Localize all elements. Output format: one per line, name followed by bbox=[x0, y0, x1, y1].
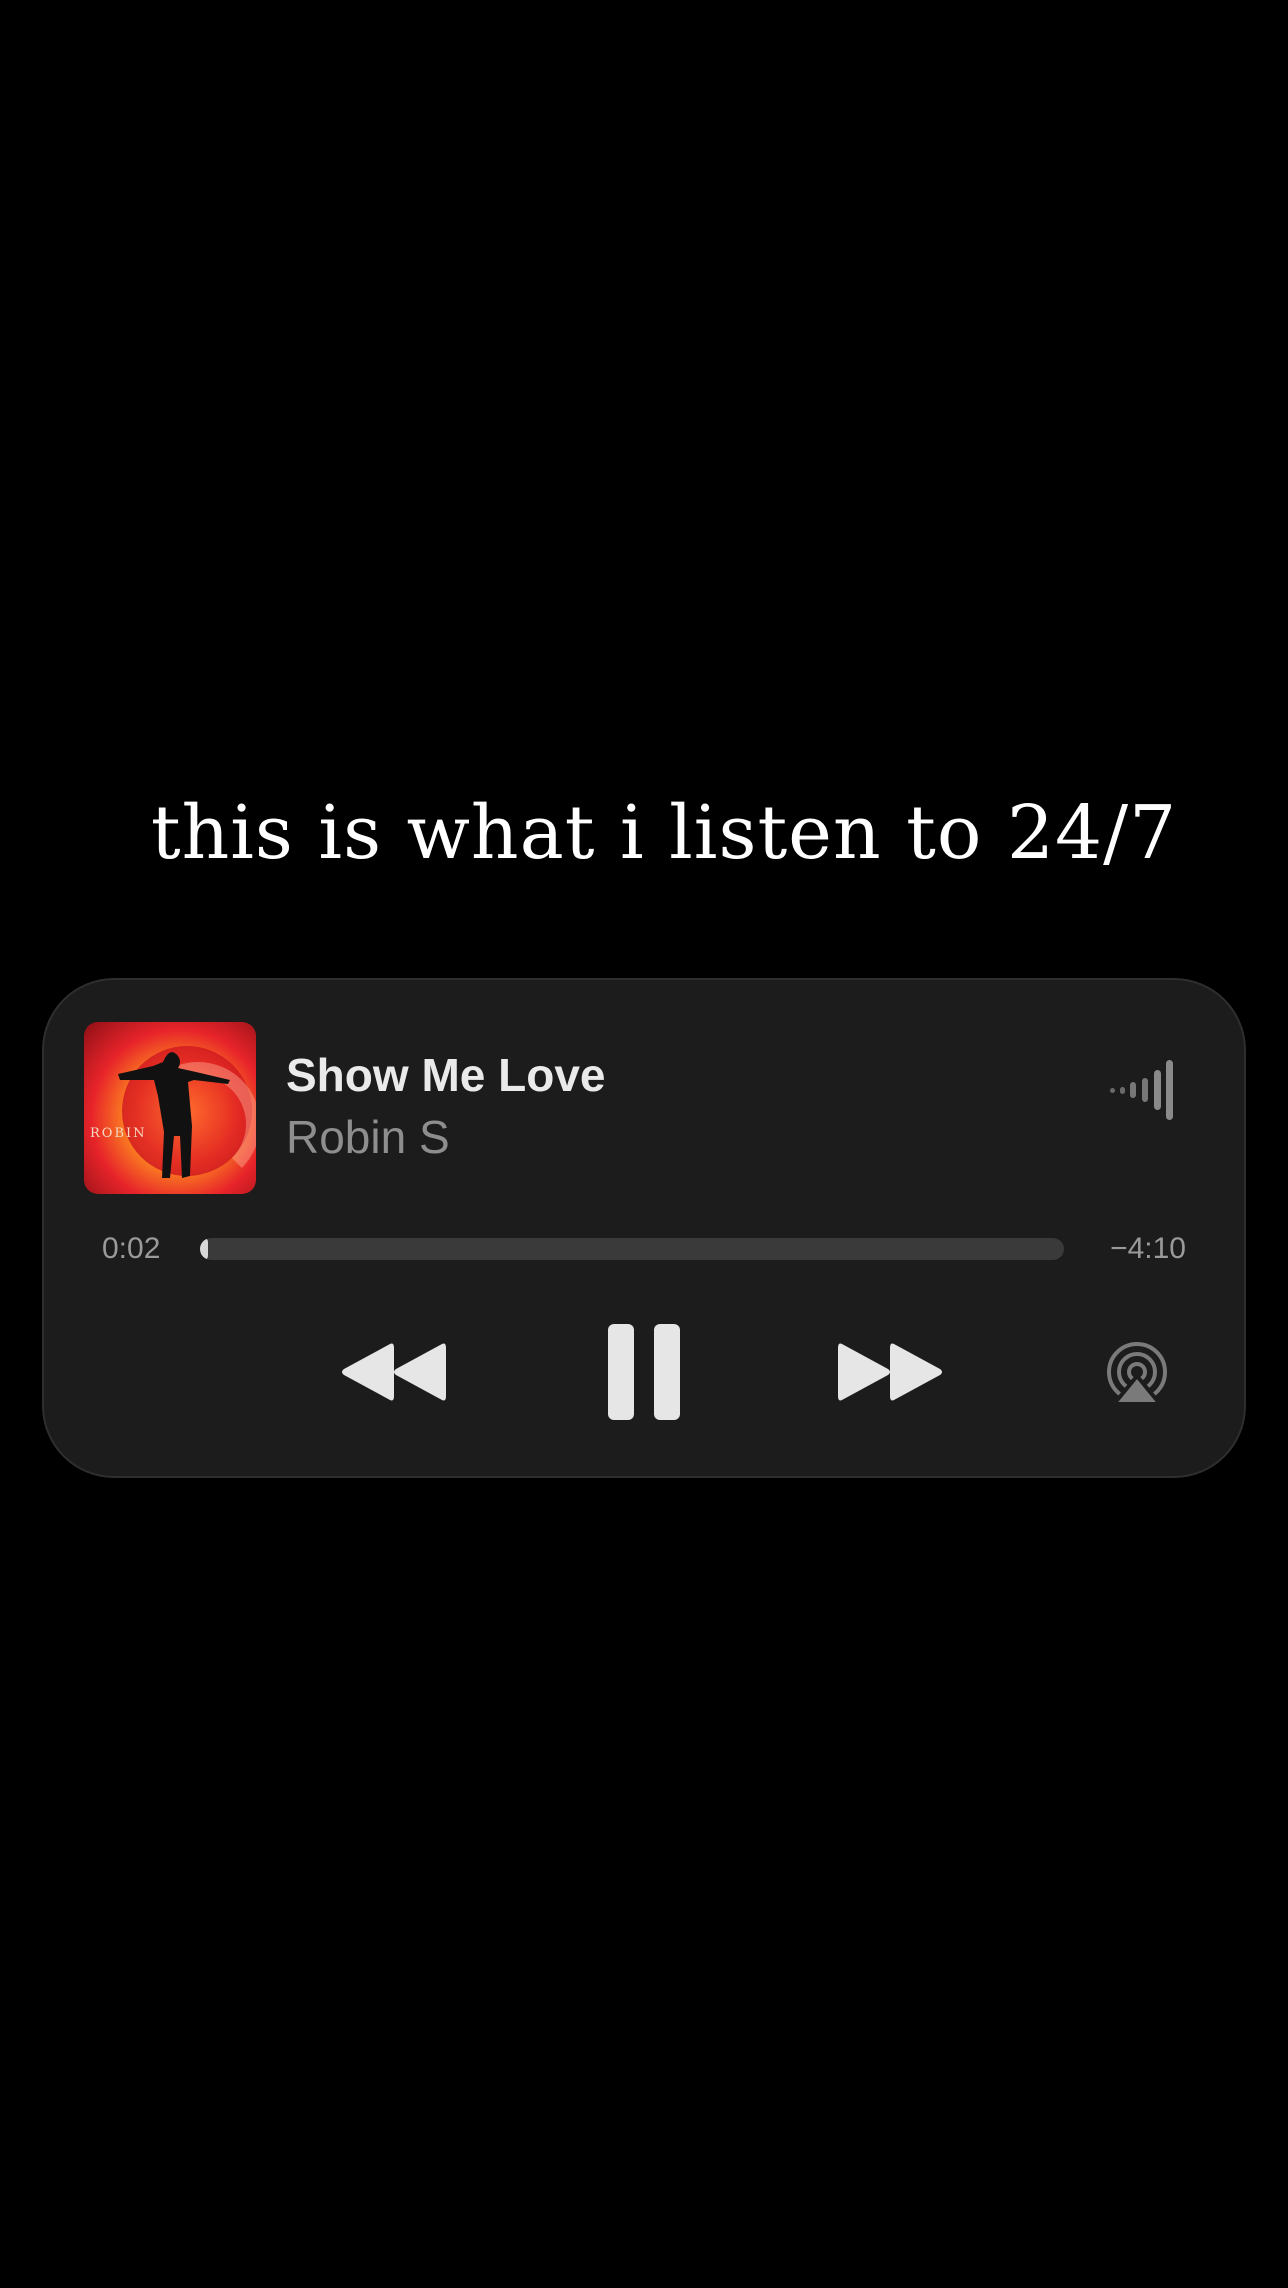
airplay-icon bbox=[1107, 1342, 1167, 1406]
album-art-figure bbox=[118, 1052, 230, 1178]
rewind-icon bbox=[342, 1343, 446, 1401]
now-playing-card: ROBIN Show Me Love Robin S 0:02 −4:10 bbox=[44, 980, 1244, 1476]
airplay-button[interactable] bbox=[1102, 1340, 1172, 1411]
pause-icon bbox=[608, 1324, 680, 1420]
album-art[interactable]: ROBIN bbox=[84, 1022, 256, 1194]
elapsed-time: 0:02 bbox=[102, 1232, 161, 1265]
album-art-label: ROBIN bbox=[90, 1126, 147, 1141]
rewind-button[interactable] bbox=[340, 1340, 448, 1409]
audio-waveform-icon bbox=[1110, 1060, 1173, 1120]
progress-scrubber[interactable] bbox=[200, 1238, 1064, 1260]
progress-fill bbox=[200, 1238, 208, 1260]
track-title: Show Me Love bbox=[286, 1049, 606, 1101]
fast-forward-button[interactable] bbox=[838, 1340, 946, 1409]
remaining-time: −4:10 bbox=[1110, 1232, 1186, 1265]
artist-name: Robin S bbox=[286, 1111, 450, 1163]
fast-forward-icon bbox=[838, 1343, 942, 1401]
caption-text: this is what i listen to 24/7 bbox=[150, 790, 1178, 876]
pause-button[interactable] bbox=[606, 1322, 682, 1427]
